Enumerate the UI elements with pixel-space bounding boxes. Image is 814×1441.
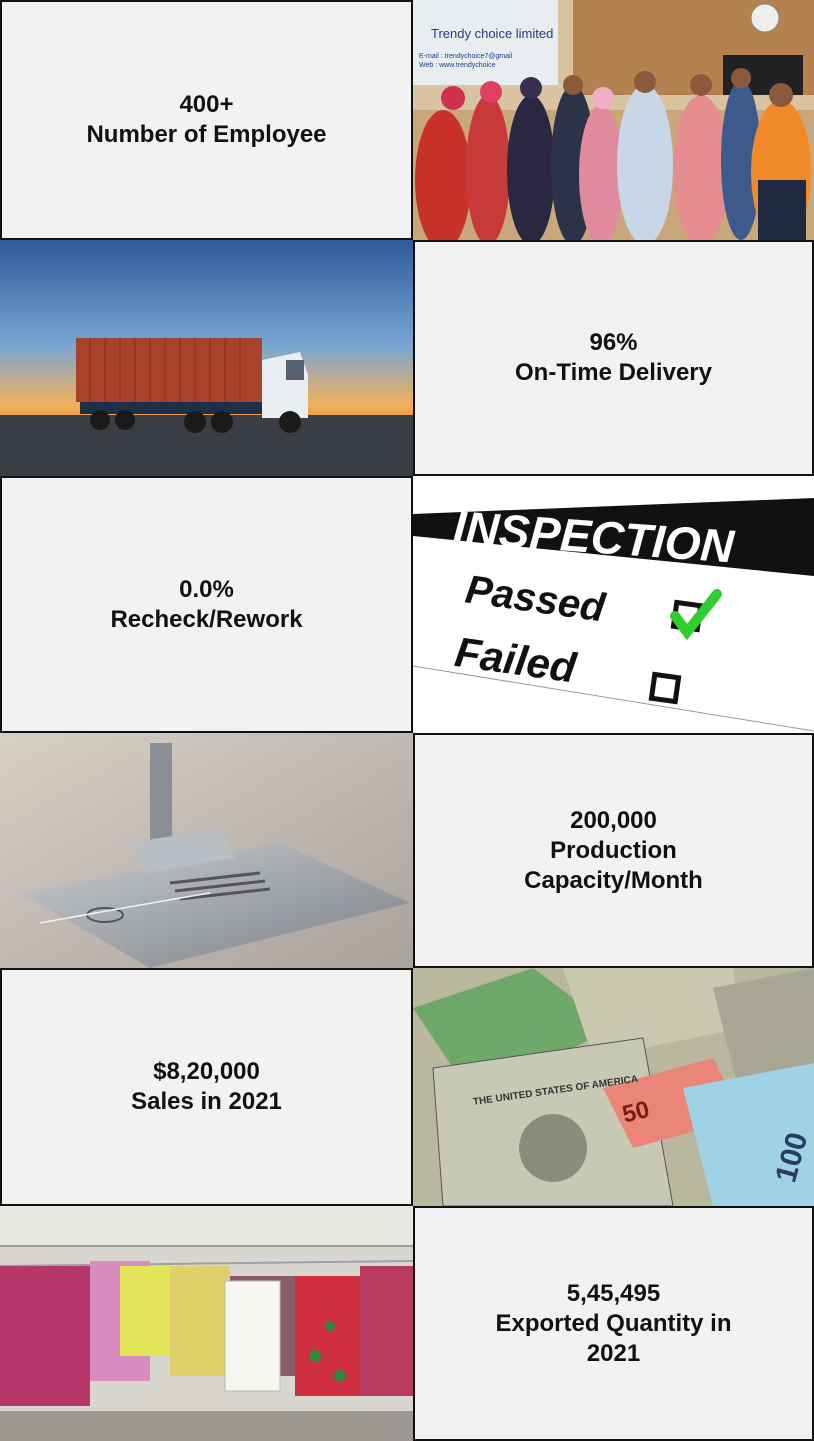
stat-capacity-label-line1: Production — [550, 836, 677, 864]
sewing-machine-photo — [0, 733, 413, 968]
stat-delivery: 96% On-Time Delivery — [413, 240, 814, 476]
money-photo: 50 100 THE UNITED STATES OF AMERICA — [413, 968, 814, 1206]
stat-sales: $8,20,000 Sales in 2021 — [0, 968, 413, 1206]
team-sign-email: E-mail : trendychoice7@gmail — [419, 53, 513, 60]
stat-exported-label-line1: Exported Quantity in — [495, 1309, 732, 1337]
garments-photo — [0, 1206, 413, 1441]
stat-delivery-label: On-Time Delivery — [515, 359, 712, 386]
stat-rework-label: Recheck/Rework — [110, 605, 303, 633]
stat-capacity-value: 200,000 — [570, 806, 657, 834]
stat-exported-value: 5,45,495 — [566, 1279, 661, 1307]
stat-capacity-label-line2: Capacity/Month — [524, 866, 703, 894]
stat-employees: 400+ Number of Employee — [0, 0, 413, 240]
stat-sales-value: $8,20,000 — [153, 1058, 260, 1085]
stat-employees-label: Number of Employee — [86, 121, 327, 148]
stat-exported-label-line2: 2021 — [586, 1339, 641, 1367]
stat-sales-label: Sales in 2021 — [131, 1088, 282, 1115]
stat-employees-value: 400+ — [179, 91, 234, 118]
team-sign-company: Trendy choice limited — [431, 26, 553, 41]
stat-rework-value: 0.0% — [179, 575, 234, 603]
inspection-image: INSPECTION Passed Failed — [413, 476, 814, 733]
stat-rework: 0.0% Recheck/Rework — [0, 476, 413, 733]
stats-grid: 400+ Number of Employee Trendy choice li… — [0, 0, 814, 1441]
stat-delivery-value: 96% — [589, 329, 638, 356]
stat-exported: 5,45,495 Exported Quantity in 2021 — [413, 1206, 814, 1441]
truck-photo — [0, 240, 413, 476]
team-photo: Trendy choice limited E-mail : trendycho… — [413, 0, 814, 240]
team-sign-web: Web : www.trendychoice — [419, 62, 496, 69]
stat-capacity: 200,000 Production Capacity/Month — [413, 733, 814, 968]
